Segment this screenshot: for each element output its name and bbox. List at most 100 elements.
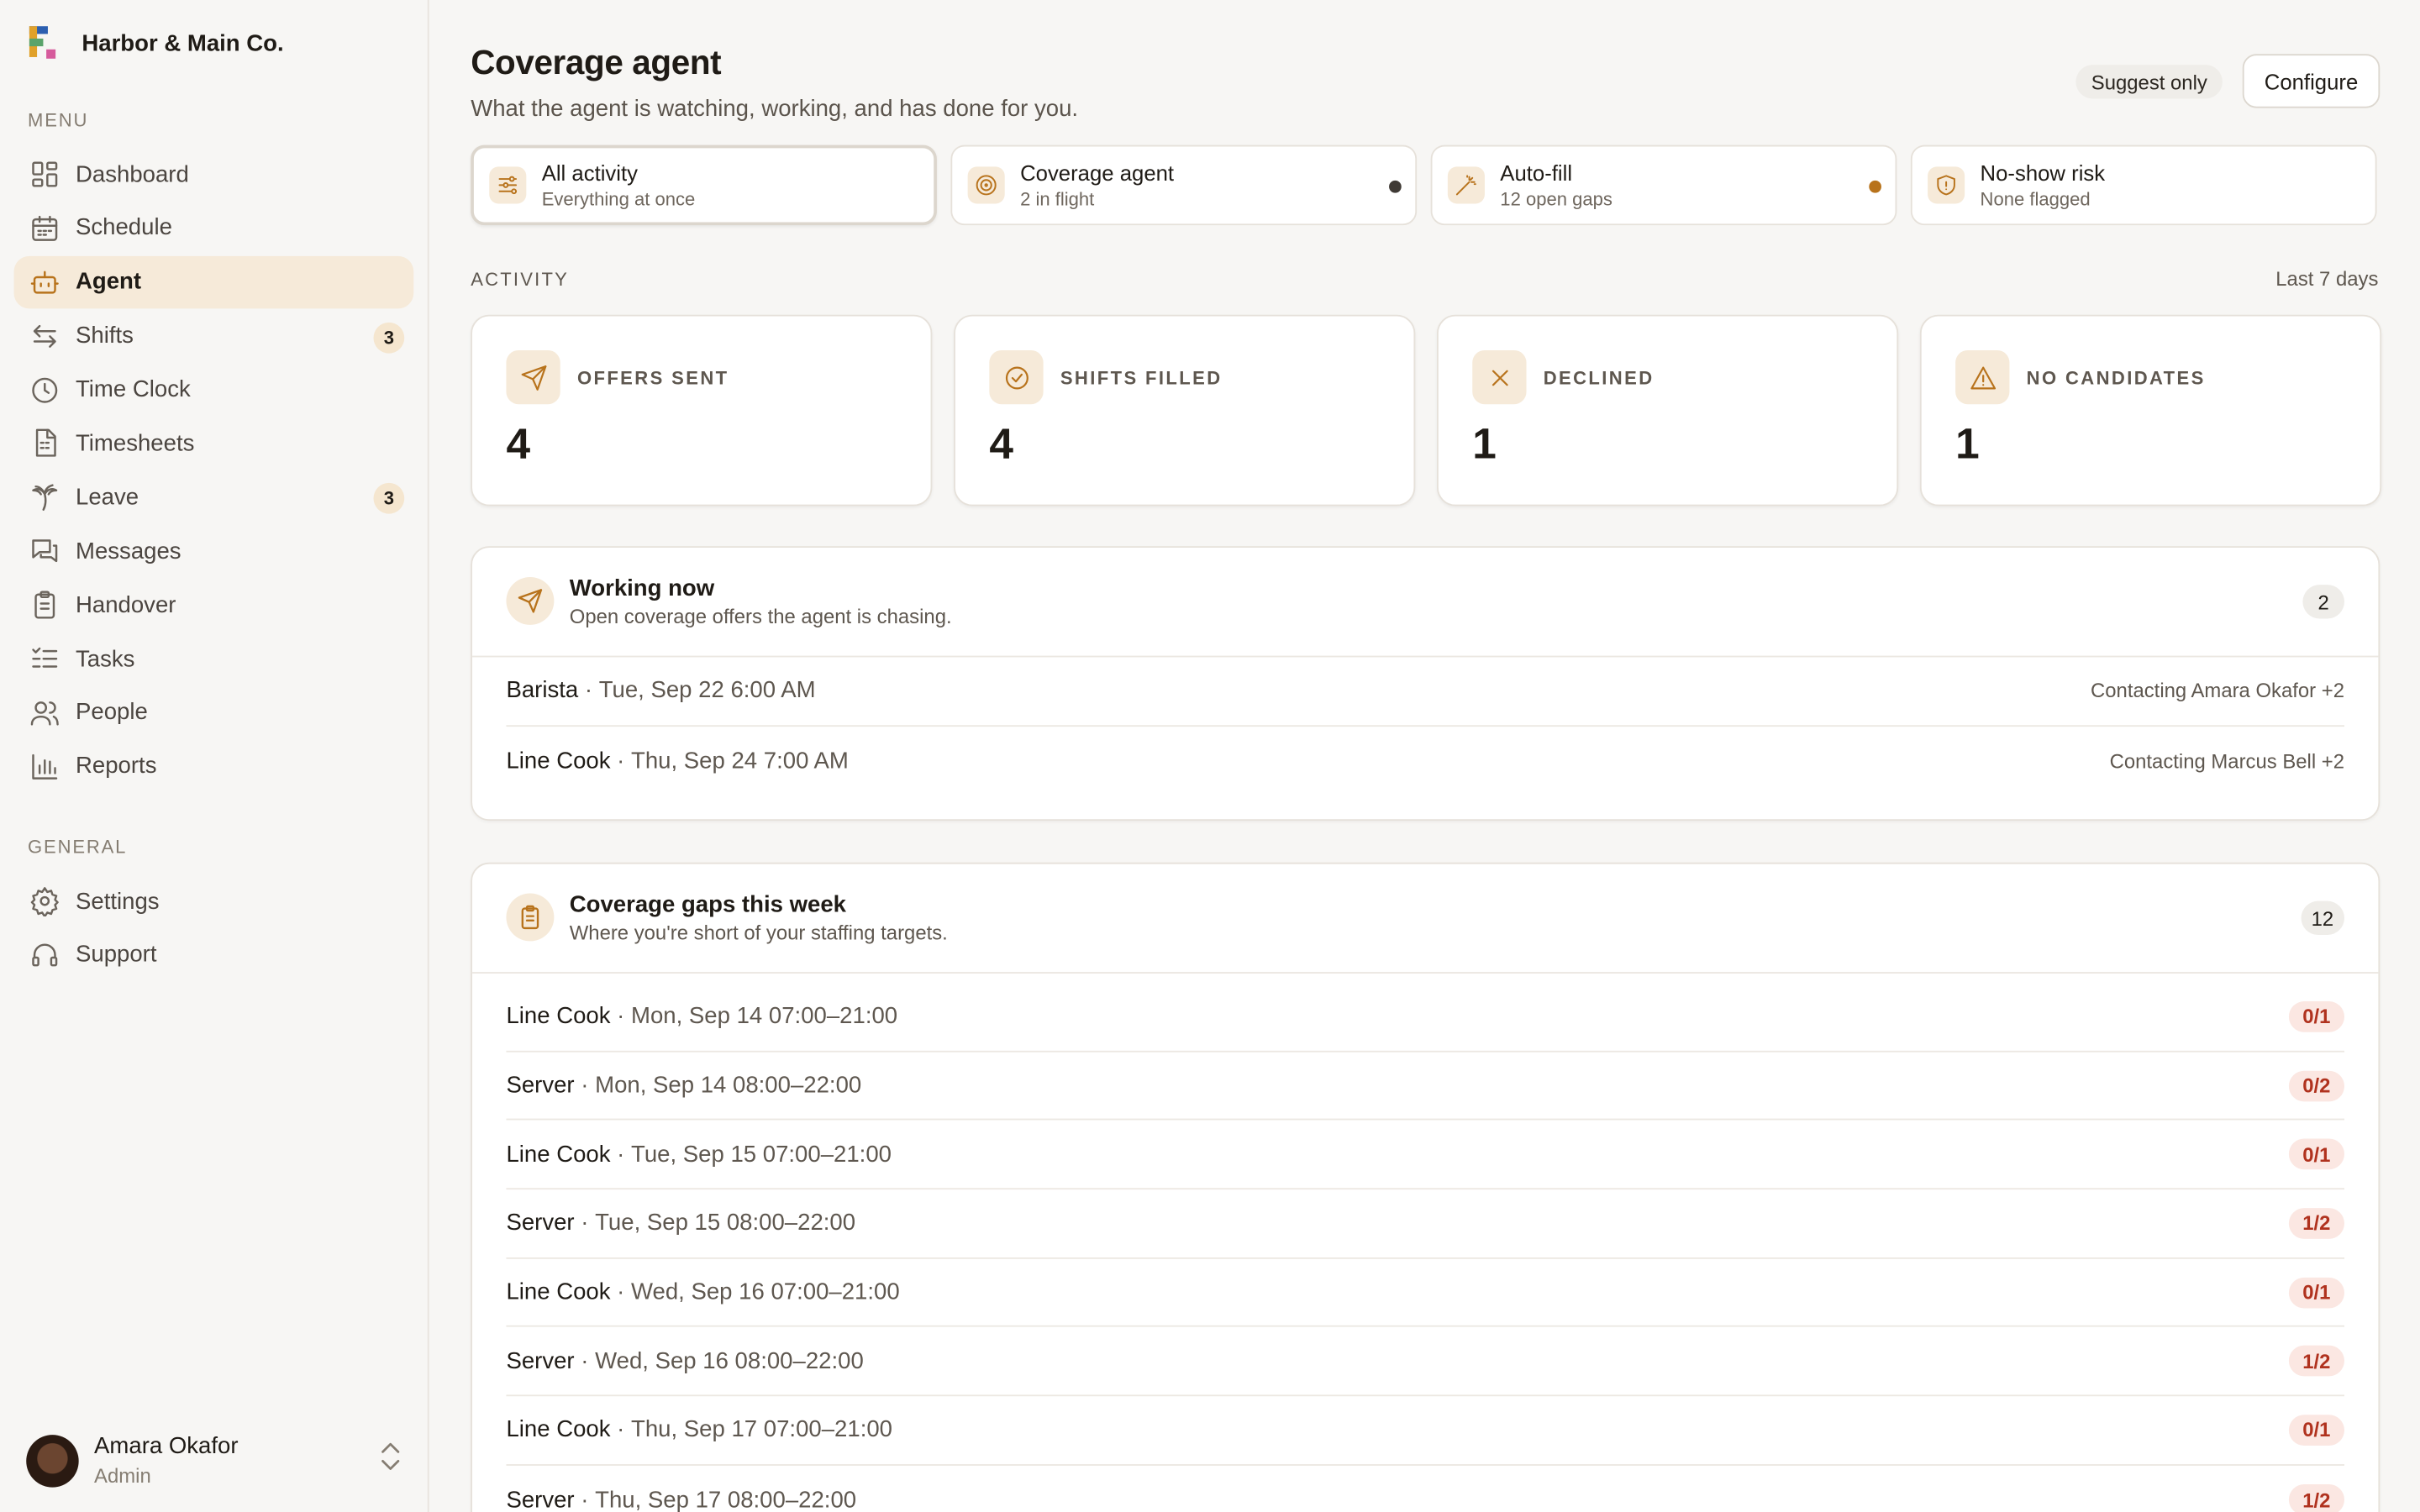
shift-role: Line Cook (506, 747, 611, 774)
staffing-ratio-badge: 1/2 (2288, 1207, 2345, 1239)
staffing-ratio-badge: 0/1 (2288, 1000, 2345, 1032)
main-nav: Dashboard Schedule Agent Shifts 3 Time Clock T… (13, 148, 414, 794)
separator: · (610, 747, 632, 774)
user-menu[interactable]: Amara Okafor Admin (26, 1433, 402, 1488)
staffing-ratio-badge: 0/1 (2288, 1277, 2345, 1308)
staffing-ratio-badge: 0/2 (2288, 1069, 2345, 1101)
chevron-up-down-icon[interactable] (378, 1441, 402, 1480)
coverage-gaps-list: Line Cook · Mon, Sep 14 07:00–21:00 0/1 Se… (472, 974, 2378, 1512)
menu-section-label: MENU (28, 109, 89, 132)
shift-time: Mon, Sep 14 07:00–21:00 (631, 1003, 898, 1030)
sidebar-item-support[interactable]: Support (14, 929, 414, 981)
sliders-icon (489, 166, 527, 204)
sidebar-item-leave[interactable]: Leave 3 (14, 471, 414, 523)
shift-role: Server (506, 1486, 575, 1512)
list-item[interactable]: Line Cook · Mon, Sep 14 07:00–21:00 0/1 (506, 983, 2345, 1053)
separator: · (578, 677, 599, 705)
headset-icon (29, 939, 60, 970)
working-now-list: Barista · Tue, Sep 22 6:00 AM Contacting … (472, 657, 2378, 795)
page-title: Coverage agent (471, 43, 722, 82)
stat-card-no-candidates: NO CANDIDATES 1 (1919, 314, 2382, 507)
filter-all-activity[interactable]: All activity Everything at once (471, 144, 937, 226)
list-item[interactable]: Line Cook · Thu, Sep 24 7:00 AM Contactin… (506, 727, 2344, 795)
timesheet-icon (29, 428, 60, 459)
working-now-subtitle: Open coverage offers the agent is chasin… (569, 605, 952, 628)
sidebar-item-agent[interactable]: Agent (13, 255, 414, 308)
staffing-ratio-badge: 1/2 (2288, 1346, 2345, 1377)
main-content: Coverage agent What the agent is watchin… (429, 0, 2420, 1512)
brand-logo-icon (29, 26, 60, 60)
sidebar-item-label: Settings (76, 888, 160, 915)
messages-icon (29, 536, 60, 567)
offer-status: Contacting Marcus Bell +2 (2109, 748, 2345, 773)
general-nav: Settings Support (14, 874, 414, 982)
check-circle-icon (989, 349, 1044, 405)
mode-badge[interactable]: Suggest only (2075, 65, 2223, 99)
sidebar-item-messages[interactable]: Messages (14, 525, 414, 577)
sidebar-item-label: Schedule (76, 215, 172, 242)
separator: · (610, 1141, 632, 1168)
staffing-ratio-badge: 0/1 (2288, 1138, 2345, 1170)
sidebar-item-timesheets[interactable]: Timesheets (14, 417, 414, 470)
coverage-gaps-header: Coverage gaps this week Where you're sho… (472, 864, 2379, 974)
configure-button[interactable]: Configure (2242, 54, 2381, 108)
sidebar-item-reports[interactable]: Reports (14, 740, 414, 792)
list-item[interactable]: Server · Wed, Sep 16 08:00–22:00 1/2 (506, 1327, 2345, 1397)
shift-time: Tue, Sep 15 07:00–21:00 (631, 1141, 892, 1168)
filter-title: All activity (541, 160, 639, 186)
sidebar-item-tasks[interactable]: Tasks (14, 633, 414, 685)
sidebar: Harbor & Main Co. MENU Dashboard Schedule… (0, 0, 429, 1512)
coverage-gaps-subtitle: Where you're short of your staffing targ… (569, 921, 948, 945)
sidebar-item-label: Shifts (76, 323, 134, 349)
send-icon (506, 576, 555, 625)
stat-card-declined: DECLINED 1 (1437, 314, 1899, 507)
separator: · (574, 1210, 596, 1236)
stat-card-shifts-filled: SHIFTS FILLED 4 (954, 314, 1416, 507)
filter-coverage-agent[interactable]: Coverage agent 2 in flight (950, 144, 1418, 226)
target-icon (967, 166, 1005, 204)
sidebar-item-settings[interactable]: Settings (14, 874, 414, 927)
separator: · (574, 1072, 596, 1099)
clipboard-icon (29, 590, 60, 621)
shift-time: Mon, Sep 14 08:00–22:00 (595, 1072, 862, 1099)
shift-role: Line Cook (506, 1416, 611, 1444)
shift-role: Line Cook (506, 1003, 611, 1030)
filter-no-show-risk[interactable]: No-show risk None flagged (1910, 144, 2377, 226)
list-item[interactable]: Line Cook · Tue, Sep 15 07:00–21:00 0/1 (506, 1121, 2345, 1190)
activity-range[interactable]: Last 7 days (2275, 267, 2378, 291)
sidebar-item-dashboard[interactable]: Dashboard (14, 148, 414, 200)
warning-icon (1955, 349, 2010, 405)
shift-role: Line Cook (506, 1278, 611, 1306)
shift-role: Server (506, 1072, 575, 1099)
list-item[interactable]: Line Cook · Thu, Sep 17 07:00–21:00 0/1 (506, 1396, 2345, 1466)
shift-time: Tue, Sep 22 6:00 AM (598, 677, 816, 705)
dashboard-icon (29, 159, 60, 190)
list-item[interactable]: Line Cook · Wed, Sep 16 07:00–21:00 0/1 (506, 1258, 2345, 1328)
sidebar-item-handover[interactable]: Handover (14, 579, 414, 631)
brand[interactable]: Harbor & Main Co. (29, 26, 284, 60)
brand-name: Harbor & Main Co. (82, 29, 284, 57)
sidebar-item-label: Handover (76, 591, 176, 618)
status-dot (1389, 180, 1402, 193)
filter-subtitle: None flagged (1980, 188, 2091, 210)
user-role: Admin (94, 1464, 151, 1488)
filter-title: Coverage agent (1020, 160, 1175, 186)
list-item[interactable]: Server · Tue, Sep 15 08:00–22:00 1/2 (506, 1189, 2345, 1259)
stat-label: SHIFTS FILLED (1060, 367, 1223, 389)
sidebar-item-time-clock[interactable]: Time Clock (14, 364, 414, 416)
filter-auto-fill[interactable]: Auto-fill 12 open gaps (1430, 144, 1897, 226)
list-item[interactable]: Barista · Tue, Sep 22 6:00 AM Contacting … (506, 657, 2344, 727)
coverage-gaps-count: 12 (2300, 900, 2345, 936)
sidebar-item-schedule[interactable]: Schedule (14, 202, 414, 254)
list-item[interactable]: Server · Thu, Sep 17 08:00–22:00 1/2 (506, 1466, 2345, 1512)
list-item[interactable]: Server · Mon, Sep 14 08:00–22:00 0/2 (506, 1052, 2345, 1121)
clipboard-icon (506, 893, 555, 942)
gear-icon (29, 885, 60, 917)
stat-cards: OFFERS SENT 4 SHIFTS FILLED 4 DECLINED 1 NO CA… (471, 314, 2382, 507)
swap-icon (29, 320, 60, 351)
sidebar-item-shifts[interactable]: Shifts 3 (14, 310, 414, 362)
stat-value: 1 (1955, 419, 1980, 468)
shift-time: Thu, Sep 24 7:00 AM (631, 747, 849, 774)
shift-time: Wed, Sep 16 08:00–22:00 (595, 1347, 864, 1375)
sidebar-item-people[interactable]: People (14, 686, 414, 738)
